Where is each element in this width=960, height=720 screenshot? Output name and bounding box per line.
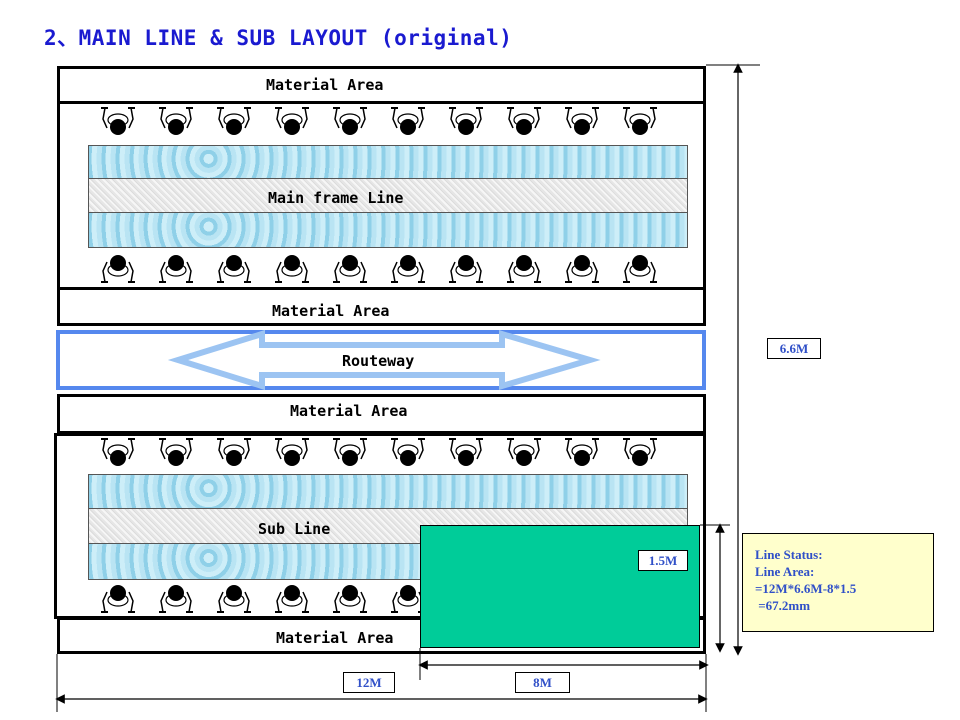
sub-bottom-workers <box>100 584 426 613</box>
main-top-workers <box>100 107 658 136</box>
worker-icon <box>216 584 252 613</box>
worker-icon <box>622 107 658 136</box>
worker-icon <box>274 584 310 613</box>
worker-icon <box>216 438 252 467</box>
worker-icon <box>564 438 600 467</box>
worker-icon <box>564 107 600 136</box>
worker-icon <box>274 438 310 467</box>
line-area-label: Line Area: <box>755 564 815 579</box>
sub-top-workers <box>100 438 658 467</box>
worker-icon <box>332 107 368 136</box>
worker-icon <box>448 254 484 283</box>
worker-icon <box>100 107 136 136</box>
routeway-label: Routeway <box>342 352 415 370</box>
worker-icon <box>332 584 368 613</box>
worker-icon <box>332 438 368 467</box>
line-status-heading: Line Status: <box>755 547 823 562</box>
line-status-note: Line Status: Line Area: =12M*6.6M-8*1.5 … <box>742 533 934 632</box>
worker-icon <box>448 438 484 467</box>
worker-icon <box>158 107 194 136</box>
worker-icon <box>158 254 194 283</box>
worker-icon <box>622 438 658 467</box>
worker-icon <box>274 107 310 136</box>
worker-icon <box>564 254 600 283</box>
excluded-area <box>420 525 700 648</box>
width-dimension-label: 12M <box>343 672 395 693</box>
worker-icon <box>448 107 484 136</box>
main-bottom-workers <box>100 254 658 283</box>
worker-icon <box>216 254 252 283</box>
line-area-formula: =12M*6.6M-8*1.5 <box>755 581 857 596</box>
worker-icon <box>390 254 426 283</box>
worker-icon <box>390 438 426 467</box>
worker-icon <box>158 438 194 467</box>
worker-icon <box>158 584 194 613</box>
cut-height-dimension-label: 1.5M <box>638 550 688 571</box>
worker-icon <box>274 254 310 283</box>
worker-icon <box>622 254 658 283</box>
worker-icon <box>390 107 426 136</box>
height-dimension-label: 6.6M <box>767 338 821 359</box>
worker-icon <box>332 254 368 283</box>
worker-icon <box>506 438 542 467</box>
worker-icon <box>100 584 136 613</box>
worker-icon <box>506 254 542 283</box>
worker-icon <box>216 107 252 136</box>
cut-width-dimension-label: 8M <box>515 672 570 693</box>
worker-icon <box>100 254 136 283</box>
worker-icon <box>100 438 136 467</box>
line-area-result: =67.2mm <box>755 598 811 613</box>
worker-icon <box>506 107 542 136</box>
